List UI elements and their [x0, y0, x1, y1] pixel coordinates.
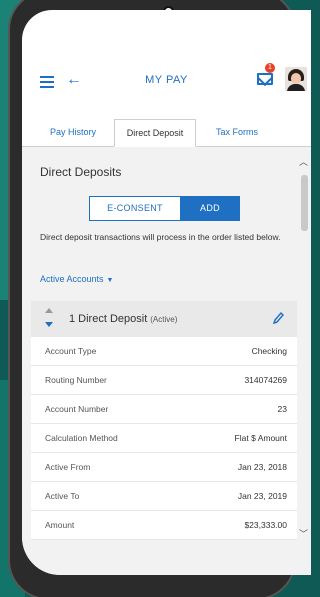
tab-tax-forms[interactable]: Tax Forms [197, 119, 277, 147]
tab-bar: Pay History Direct Deposit Tax Forms [22, 107, 311, 147]
detail-value: $23,333.00 [244, 520, 287, 530]
detail-row: Amount $23,333.00 [31, 511, 297, 540]
move-down-icon[interactable] [45, 322, 53, 327]
detail-label: Active To [45, 491, 80, 501]
scroll-thumb[interactable] [301, 175, 308, 231]
app-screen: ← MY PAY 1 Pay History Direct Deposit Ta… [22, 10, 311, 575]
move-up-icon[interactable] [45, 308, 53, 313]
detail-label: Calculation Method [45, 433, 118, 443]
econsent-button[interactable]: E-CONSENT [89, 196, 181, 221]
chevron-up-icon[interactable]: ︿ [299, 155, 308, 168]
detail-row: Account Type Checking [31, 337, 297, 366]
detail-label: Amount [45, 520, 75, 530]
detail-label: Account Type [45, 346, 97, 356]
deposit-title-text: 1 Direct Deposit [69, 313, 148, 325]
active-accounts-label: Active Accounts [40, 274, 104, 284]
main-content: Direct Deposits E-CONSENT ADD Direct dep… [22, 147, 311, 575]
detail-row: Routing Number 314074269 [31, 366, 297, 395]
detail-value: Flat $ Amount [234, 433, 287, 443]
caret-down-icon: ▼ [106, 277, 114, 284]
top-bar: ← MY PAY 1 [22, 63, 311, 108]
detail-value: Jan 23, 2019 [237, 491, 287, 501]
detail-value: 23 [277, 404, 287, 414]
mail-icon[interactable] [257, 73, 273, 85]
detail-label: Routing Number [45, 375, 107, 385]
detail-value: 314074269 [244, 375, 287, 385]
detail-value: Jan 23, 2018 [237, 462, 287, 472]
tab-direct-deposit[interactable]: Direct Deposit [114, 119, 196, 147]
notification-badge: 1 [265, 63, 275, 73]
avatar[interactable] [285, 67, 307, 91]
chevron-down-icon[interactable]: ﹀ [299, 527, 308, 540]
detail-label: Active From [45, 462, 91, 472]
detail-row: Active From Jan 23, 2018 [31, 453, 297, 482]
detail-value: Checking [251, 346, 287, 356]
phone-frame: ← MY PAY 1 Pay History Direct Deposit Ta… [8, 0, 311, 597]
add-button[interactable]: ADD [180, 196, 240, 221]
active-accounts-dropdown[interactable]: Active Accounts ▼ [40, 274, 113, 284]
tab-pay-history[interactable]: Pay History [34, 119, 112, 147]
detail-row: Calculation Method Flat $ Amount [31, 424, 297, 453]
deposit-title: 1 Direct Deposit (Active) [69, 313, 177, 325]
detail-row: Account Number 23 [31, 395, 297, 424]
detail-label: Account Number [45, 404, 109, 414]
edit-pencil-icon[interactable] [272, 311, 284, 325]
deposit-details: Account Type Checking Routing Number 31407… [31, 337, 297, 540]
detail-row: Active To Jan 23, 2019 [31, 482, 297, 511]
section-title: Direct Deposits [40, 165, 122, 179]
deposit-status: (Active) [150, 315, 178, 324]
scrollbar[interactable]: ︿ ﹀ [298, 147, 311, 547]
info-text: Direct deposit transactions will process… [40, 232, 281, 242]
deposit-card-header: 1 Direct Deposit (Active) [31, 301, 297, 337]
